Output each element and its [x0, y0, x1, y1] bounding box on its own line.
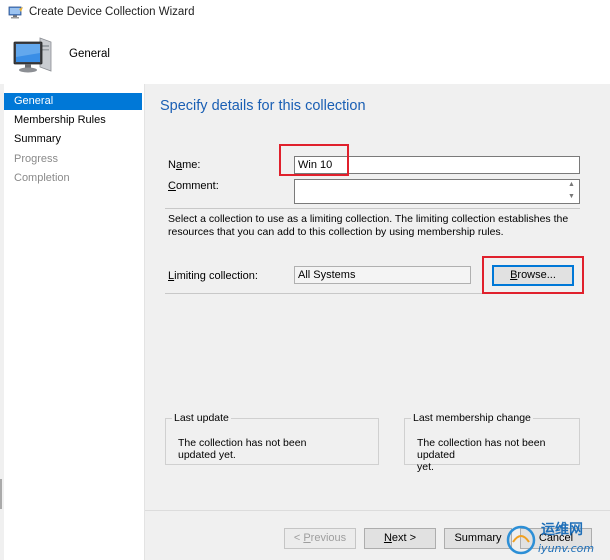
- watermark-cn-text: 运维网: [541, 521, 583, 538]
- browse-button[interactable]: Browse...: [492, 265, 574, 286]
- computer-monitor-icon: [13, 37, 52, 73]
- content-title: Specify details for this collection: [160, 98, 366, 114]
- name-label: Name:: [168, 159, 201, 171]
- footer-divider: [145, 510, 610, 511]
- title-bar: Create Device Collection Wizard: [0, 0, 610, 26]
- comment-scrollbar[interactable]: ▲ ▼: [565, 180, 579, 203]
- previous-button[interactable]: < Previous: [284, 528, 356, 549]
- name-input[interactable]: Win 10: [294, 156, 580, 174]
- last-update-title: Last update: [172, 412, 231, 424]
- nav-item-progress: Progress: [14, 153, 59, 165]
- section-divider: [165, 208, 580, 209]
- nav-item-summary[interactable]: Summary: [4, 131, 142, 148]
- last-update-group: Last update The collection has not been …: [165, 412, 379, 465]
- limiting-collection-label: Limiting collection:: [168, 270, 258, 282]
- main-content: Specify details for this collection Name…: [145, 84, 610, 560]
- watermark-logo: 运维网 iyunv.com: [506, 521, 594, 555]
- wizard-nav: General Membership Rules Summary Progres…: [4, 84, 145, 560]
- watermark-url-text: iyunv.com: [538, 542, 594, 555]
- next-button[interactable]: Next >: [364, 528, 436, 549]
- last-membership-change-text: The collection has not been updated yet.: [417, 437, 546, 473]
- summary-button[interactable]: Summary: [444, 528, 512, 549]
- wizard-header: General: [0, 26, 610, 84]
- window-title: Create Device Collection Wizard: [29, 6, 195, 18]
- nav-item-membership-rules[interactable]: Membership Rules: [4, 112, 142, 129]
- scroll-down-icon[interactable]: ▼: [568, 193, 575, 200]
- wizard-app-icon: [8, 6, 23, 19]
- last-membership-change-group: Last membership change The collection ha…: [404, 412, 580, 473]
- comment-label: Comment:: [168, 180, 219, 192]
- section-divider-2: [165, 293, 580, 294]
- nav-item-general[interactable]: General: [4, 93, 142, 110]
- nav-item-completion: Completion: [14, 172, 70, 184]
- limiting-collection-field: All Systems: [294, 266, 471, 284]
- comment-input[interactable]: ▲ ▼: [294, 179, 580, 204]
- page-heading: General: [69, 48, 110, 60]
- last-update-text: The collection has not been updated yet.: [178, 437, 307, 461]
- limiting-description: Select a collection to use as a limiting…: [168, 213, 569, 238]
- last-membership-change-title: Last membership change: [411, 412, 533, 424]
- window-edge-marker: [0, 479, 2, 509]
- scroll-up-icon[interactable]: ▲: [568, 181, 575, 188]
